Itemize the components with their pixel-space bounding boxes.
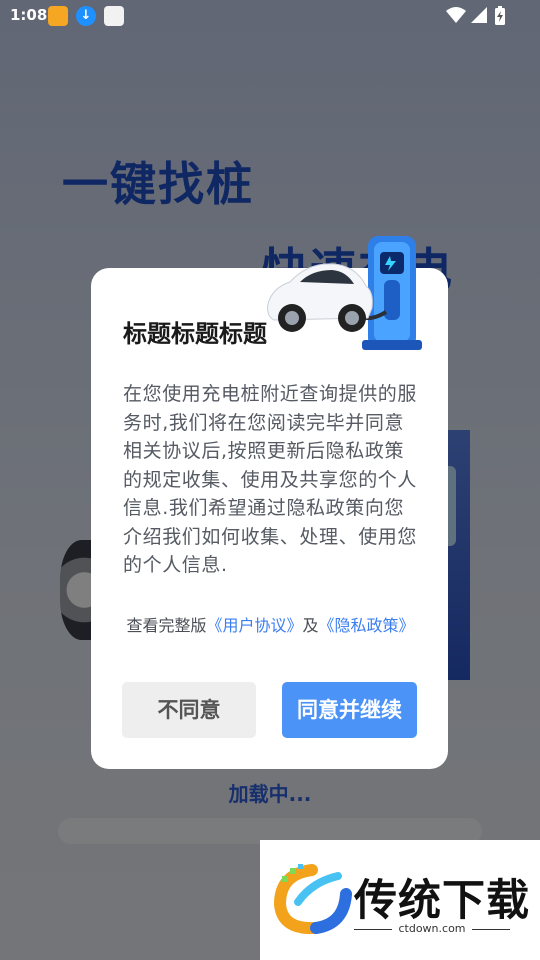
- user-agreement-link[interactable]: 《用户协议》: [206, 616, 302, 635]
- app-notification-icon: [104, 6, 124, 26]
- download-icon: ↓: [76, 6, 96, 26]
- watermark-url: ctdown.com: [354, 922, 510, 935]
- wifi-icon: [446, 7, 466, 23]
- links-conjunction: 及: [302, 616, 319, 635]
- download-site-watermark: 传统下载 ctdown.com: [260, 840, 540, 960]
- status-time: 1:08: [10, 6, 48, 24]
- disagree-button[interactable]: 不同意: [122, 682, 256, 738]
- privacy-policy-link[interactable]: 《隐私政策》: [319, 616, 415, 635]
- signal-icon: [471, 7, 487, 23]
- battery-charging-icon: [495, 6, 505, 25]
- app-notification-icon: [48, 6, 68, 26]
- dialog-body-text: 在您使用充电桩附近查询提供的服务时,我们将在您阅读完毕并同意相关协议后,按照更新…: [123, 383, 418, 576]
- ev-charging-illustration: [267, 236, 422, 350]
- dialog-title: 标题标题标题: [123, 320, 267, 348]
- agree-continue-button[interactable]: 同意并继续: [282, 682, 417, 738]
- watermark-brand: 传统下载: [354, 876, 530, 926]
- agreement-links: 查看完整版《用户协议》及《隐私政策》: [113, 616, 428, 636]
- brand-logo: [273, 864, 352, 934]
- links-prefix: 查看完整版: [126, 616, 207, 635]
- status-bar: 1:08 ↓: [0, 0, 540, 32]
